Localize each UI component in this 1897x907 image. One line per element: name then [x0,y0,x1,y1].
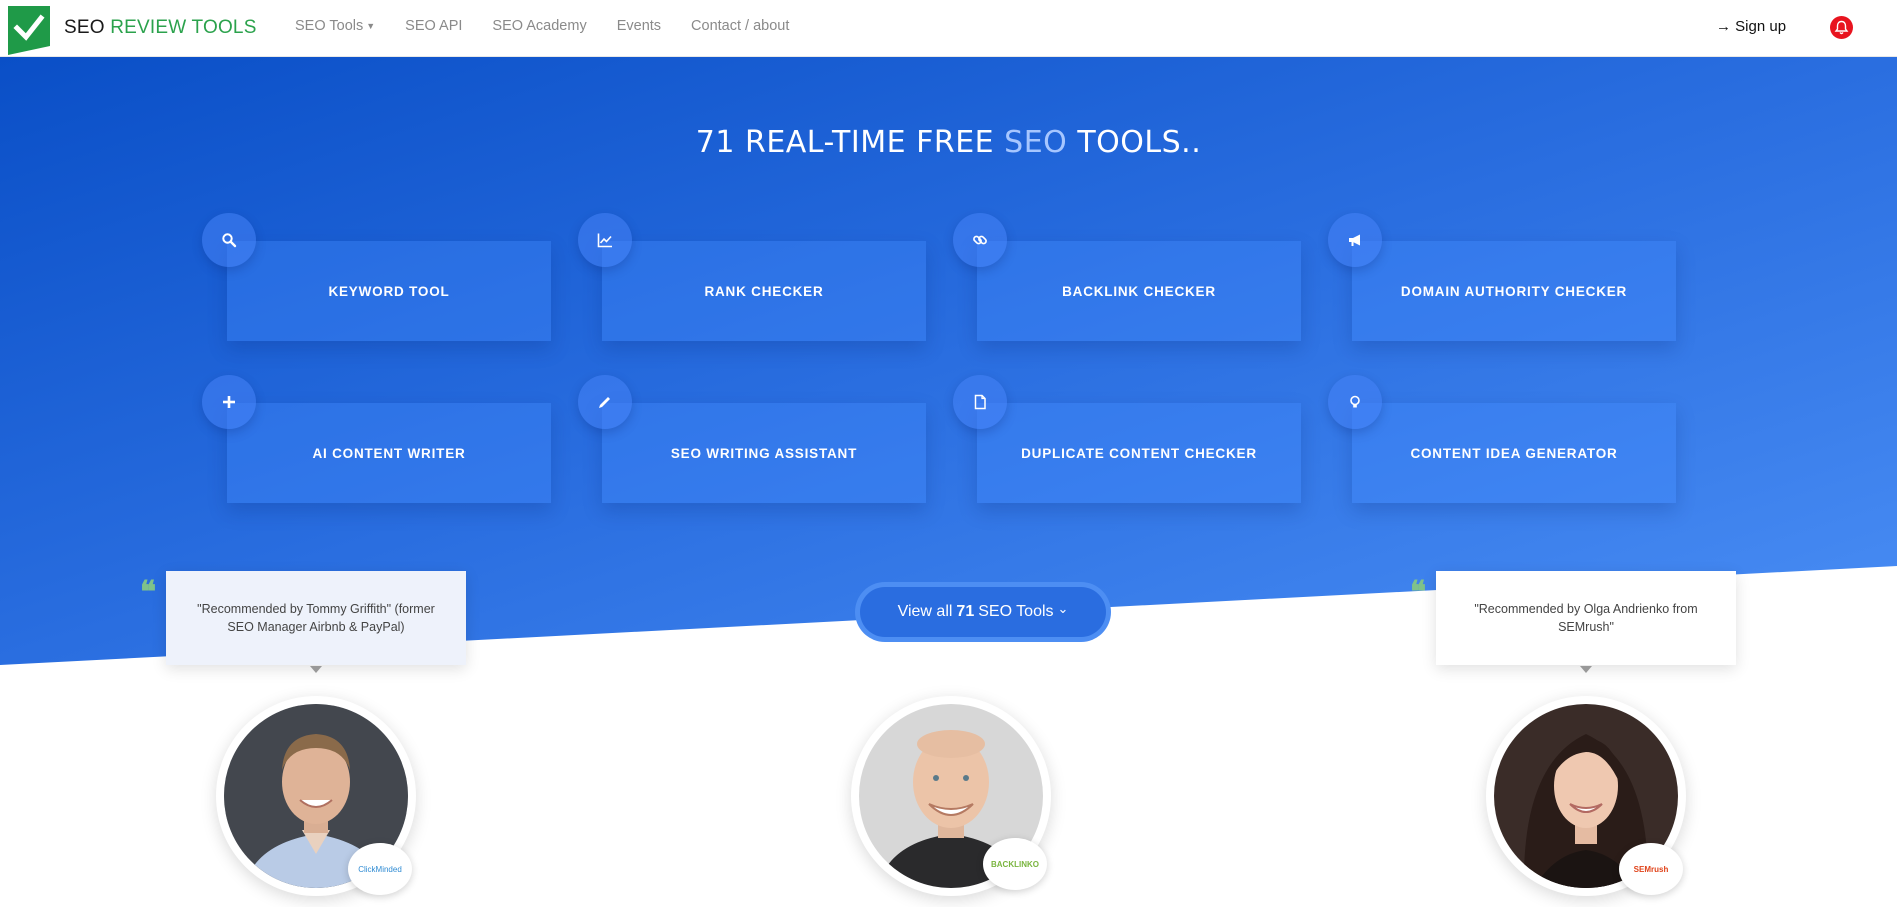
company-badge-clickminded: ClickMinded [348,843,412,895]
testimonial-quote-left-text: "Recommended by Tommy Griffith" (former … [197,602,435,634]
logo-wordmark[interactable]: SEO REVIEW TOOLS [64,17,257,39]
megaphone-icon [1328,213,1382,267]
hero-title-after: TOOLS.. [1077,125,1202,160]
logo-text-seo: SEO [64,17,105,38]
plus-icon [202,375,256,429]
quote-icon: ❝ [1410,575,1427,610]
tool-card-label: RANK CHECKER [704,283,824,299]
tool-card-backlink-checker[interactable]: BACKLINK CHECKER [977,241,1301,341]
chevron-down-icon: ⌄ [1057,601,1069,616]
tool-card-seo-writing-assistant[interactable]: SEO WRITING ASSISTANT [602,403,926,503]
company-badge-label: SEMrush [1633,864,1669,874]
tool-card-label: BACKLINK CHECKER [1062,283,1216,299]
site-logo[interactable] [8,6,50,55]
cta-text-after: SEO Tools [978,603,1054,620]
tool-card-label: CONTENT IDEA GENERATOR [1410,445,1618,461]
link-icon [953,213,1007,267]
top-navbar: SEO REVIEW TOOLS SEO Tools ▼ SEO API SEO … [0,0,1897,57]
testimonial-quote-right: "Recommended by Olga Andrienko from SEMr… [1436,571,1736,665]
nav-contact-about[interactable]: Contact / about [691,18,789,34]
quote-icon: ❝ [140,575,157,610]
company-badge-label: BACKLINKO [991,859,1039,869]
tool-card-label: DUPLICATE CONTENT CHECKER [1021,445,1257,461]
tool-card-label: KEYWORD TOOL [328,283,450,299]
bubble-pointer-icon [310,666,322,673]
tool-card-keyword-tool[interactable]: KEYWORD TOOL [227,241,551,341]
line-chart-icon [578,213,632,267]
company-badge-label: ClickMinded [358,864,402,874]
signup-link[interactable]: → Sign up [1716,18,1786,35]
tool-card-label: SEO WRITING ASSISTANT [670,445,858,461]
hero-title: 71 REAL-TIME FREE SEO TOOLS.. [0,125,1897,160]
view-all-tools-button[interactable]: View all 71 SEO Tools ⌄ [855,582,1111,642]
testimonial-quote-right-text: "Recommended by Olga Andrienko from SEMr… [1474,602,1698,634]
company-badge-semrush: SEMrush [1619,843,1683,895]
checkmark-logo-icon [8,6,50,55]
cta-text-before: View all [897,603,953,620]
tool-card-label: DOMAIN AUTHORITY CHECKER [1400,283,1628,299]
nav-events[interactable]: Events [617,18,661,34]
tool-card-label: AI CONTENT WRITER [312,445,466,461]
main-nav: SEO Tools ▼ SEO API SEO Academy Events Co… [295,18,819,34]
cta-tool-count: 71 [956,603,975,620]
tool-card-content-idea-generator[interactable]: CONTENT IDEA GENERATOR [1352,403,1676,503]
view-all-tools-inner: View all 71 SEO Tools ⌄ [860,587,1106,637]
tool-card-duplicate-content-checker[interactable]: DUPLICATE CONTENT CHECKER [977,403,1301,503]
lightbulb-icon [1328,375,1382,429]
file-icon [953,375,1007,429]
hero-title-before: 71 REAL-TIME FREE [695,125,995,160]
hero-title-highlight: SEO [1004,125,1068,160]
tool-card-ai-content-writer[interactable]: AI CONTENT WRITER [227,403,551,503]
tool-card-rank-checker[interactable]: RANK CHECKER [602,241,926,341]
testimonial-quote-left: "Recommended by Tommy Griffith" (former … [166,571,466,665]
nav-seo-academy[interactable]: SEO Academy [492,18,586,34]
nav-seo-tools-label: SEO Tools [295,18,364,34]
notification-bell-button[interactable] [1830,16,1853,39]
bell-icon [1834,20,1849,35]
caret-down-icon: ▼ [366,21,376,31]
pencil-icon [578,375,632,429]
logo-text-review-tools: REVIEW TOOLS [110,17,257,38]
nav-seo-api[interactable]: SEO API [405,18,462,34]
nav-seo-tools[interactable]: SEO Tools ▼ [295,18,375,34]
company-badge-backlinko: BACKLINKO [983,838,1047,890]
search-icon [202,213,256,267]
bubble-pointer-icon [1580,666,1592,673]
tool-card-domain-authority-checker[interactable]: DOMAIN AUTHORITY CHECKER [1352,241,1676,341]
